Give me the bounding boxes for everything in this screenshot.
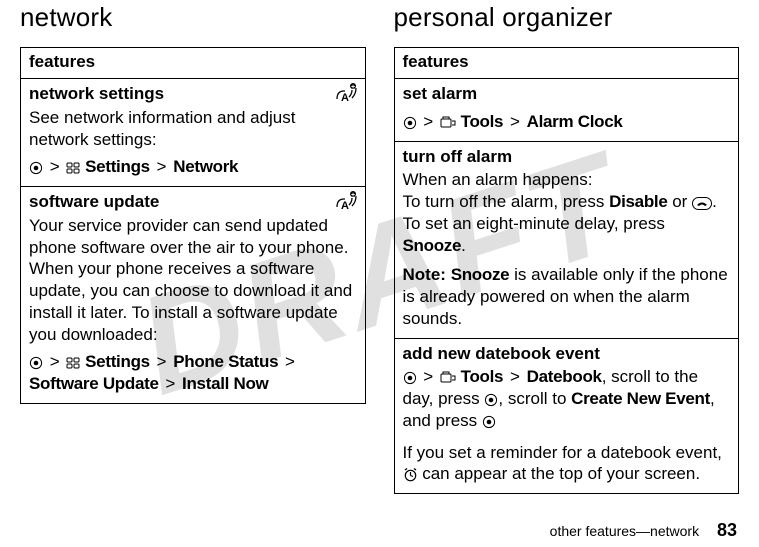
center-key-icon (29, 356, 43, 370)
features-table-right: features set alarm > Tools > Alarm Clock… (394, 47, 740, 494)
text: can appear at the top of your screen. (418, 464, 701, 483)
path-tools: Tools (461, 367, 504, 386)
cell-desc: Your service provider can send updated p… (29, 215, 357, 346)
nav-path: > Settings > Network (29, 156, 357, 178)
svg-text:A: A (341, 200, 349, 212)
table-header-right: features (394, 48, 739, 79)
center-key-icon (484, 393, 498, 407)
label-snooze: Snooze (403, 236, 462, 255)
cell-desc: See network information and adjust netwo… (29, 107, 357, 151)
cell-title: network settings (29, 83, 357, 105)
label-disable: Disable (609, 192, 667, 211)
svg-text:A: A (341, 92, 349, 104)
path-software-update: Software Update (29, 374, 159, 393)
tools-menu-icon (440, 116, 456, 130)
operator-icon: A + (333, 191, 359, 219)
row-network-settings: A + network settings See network informa… (21, 79, 366, 187)
svg-text:+: + (351, 192, 355, 199)
path-install-now: Install Now (182, 374, 268, 393)
heading-personal-organizer: personal organizer (394, 2, 740, 33)
row-add-datebook-event: add new datebook event > Tools > Dateboo… (394, 338, 739, 494)
note: Note: Snooze is available only if the ph… (403, 264, 731, 329)
text: . (461, 236, 466, 255)
operator-icon: A + (333, 83, 359, 111)
text: To set an eight-minute delay, press (403, 214, 665, 233)
table-header-left: features (21, 48, 366, 79)
svg-text:+: + (351, 84, 355, 91)
text: or (668, 192, 693, 211)
page-footer: other features—network 83 (550, 520, 737, 541)
text: To turn off the alarm, press (403, 192, 610, 211)
right-column: personal organizer features set alarm > … (394, 0, 740, 494)
tools-menu-icon (440, 371, 456, 385)
center-key-icon (403, 371, 417, 385)
text: If you set a reminder for a datebook eve… (403, 443, 722, 462)
path-phone-status: Phone Status (173, 352, 278, 371)
heading-network: network (20, 2, 366, 33)
label-snooze: Snooze (451, 265, 510, 284)
footer-text: other features—network (550, 523, 699, 539)
nav-path: > Settings > Phone Status > Software Upd… (29, 351, 357, 395)
row-turn-off-alarm: turn off alarm When an alarm happens: To… (394, 141, 739, 338)
left-column: network features A + network settings Se… (20, 0, 366, 494)
path-settings: Settings (85, 352, 150, 371)
settings-menu-icon (66, 161, 80, 175)
cell-title: set alarm (403, 83, 731, 105)
cell-title: turn off alarm (403, 146, 731, 168)
text: , scroll to (498, 389, 571, 408)
text: . (712, 192, 717, 211)
center-key-icon (403, 116, 417, 130)
settings-menu-icon (66, 356, 80, 370)
row-set-alarm: set alarm > Tools > Alarm Clock (394, 79, 739, 142)
page-number: 83 (717, 520, 737, 540)
cell-title: add new datebook event (403, 343, 731, 365)
features-table-left: features A + network settings See networ… (20, 47, 366, 404)
cell-desc: > Tools > Datebook, scroll to the day, p… (403, 366, 731, 431)
end-key-icon (692, 197, 712, 210)
nav-path: > Tools > Alarm Clock (403, 111, 731, 133)
note-label: Note: (403, 265, 446, 284)
cell-title: software update (29, 191, 357, 213)
tail-text: If you set a reminder for a datebook eve… (403, 442, 731, 486)
row-software-update: A + software update Your service provide… (21, 187, 366, 404)
center-key-icon (29, 161, 43, 175)
cell-desc: When an alarm happens: To turn off the a… (403, 169, 731, 256)
path-network: Network (173, 157, 238, 176)
center-key-icon (482, 415, 496, 429)
path-tools: Tools (461, 112, 504, 131)
path-alarm-clock: Alarm Clock (527, 112, 623, 131)
page-content: network features A + network settings Se… (0, 0, 759, 506)
label-create-new-event: Create New Event (571, 389, 710, 408)
path-settings: Settings (85, 157, 150, 176)
text: When an alarm happens: (403, 170, 593, 189)
path-datebook: Datebook (527, 367, 602, 386)
reminder-alarm-icon (403, 467, 418, 482)
